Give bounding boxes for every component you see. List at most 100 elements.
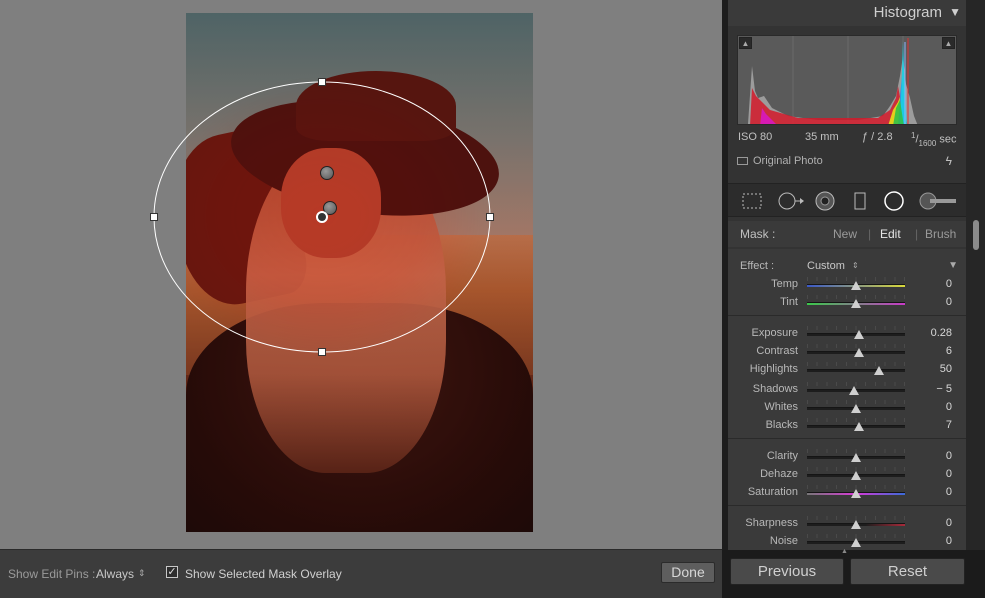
smart-preview-bolt-icon[interactable]: ϟ <box>946 154 952 168</box>
slider-thumb[interactable] <box>851 538 861 547</box>
slider-tint[interactable]: Tint 0 <box>728 295 966 311</box>
slider-shadows[interactable]: Shadows − 5 <box>728 382 966 398</box>
show-edit-pins-select[interactable]: Always <box>96 567 134 581</box>
slider-thumb[interactable] <box>849 386 860 395</box>
histogram-graph: ▲ ▲ <box>737 35 957 125</box>
slider-value[interactable]: 6 <box>946 345 952 357</box>
mask-brush-button[interactable]: Brush <box>925 227 956 241</box>
slider-exposure[interactable]: Exposure 0.28 <box>728 326 966 342</box>
slider-thumb[interactable] <box>851 489 861 498</box>
slider-track[interactable] <box>807 386 905 395</box>
slider-thumb[interactable] <box>851 281 861 290</box>
slider-value[interactable]: 0 <box>946 278 952 290</box>
slider-thumb[interactable] <box>853 348 864 357</box>
slider-thumb[interactable] <box>853 422 864 431</box>
slider-contrast[interactable]: Contrast 6 <box>728 344 966 360</box>
original-photo-toggle[interactable]: Original Photo <box>737 155 823 167</box>
panel-expand-icon[interactable]: ▲ <box>841 548 848 555</box>
slider-value[interactable]: 0 <box>946 535 952 547</box>
slider-blacks[interactable]: Blacks 7 <box>728 418 966 434</box>
slider-value[interactable]: 0 <box>946 517 952 529</box>
done-button[interactable]: Done <box>661 562 715 583</box>
adjustment-brush-icon[interactable] <box>918 191 958 211</box>
slider-thumb[interactable] <box>851 471 861 480</box>
slider-track[interactable] <box>807 404 905 413</box>
slider-track[interactable] <box>807 299 905 308</box>
slider-track[interactable] <box>807 489 905 498</box>
mask-separator: | <box>915 227 919 241</box>
slider-label: Contrast <box>756 345 798 357</box>
nav-buttons: ▲ Previous Reset <box>722 548 985 598</box>
slider-label: Temp <box>771 278 798 290</box>
slider-label: Shadows <box>752 383 798 395</box>
previous-button[interactable]: Previous <box>730 558 844 585</box>
radial-filter-icon[interactable] <box>882 191 906 211</box>
mask-handle-left[interactable] <box>150 213 158 221</box>
slider-value[interactable]: 0.28 <box>931 327 952 339</box>
original-photo-checkbox[interactable] <box>737 157 748 166</box>
effect-collapse-icon[interactable]: ▼ <box>948 260 958 271</box>
slider-value[interactable]: 0 <box>946 401 952 413</box>
section-separator <box>728 438 966 439</box>
highlight-clipping-icon[interactable]: ▲ <box>942 37 955 49</box>
histogram-header[interactable]: Histogram ▼ <box>728 0 966 26</box>
slider-temp[interactable]: Temp 0 <box>728 277 966 293</box>
slider-label: Highlights <box>749 363 798 375</box>
slider-track[interactable] <box>807 330 905 339</box>
slider-sharpness[interactable]: Sharpness 0 <box>728 516 966 532</box>
panel-scrollbar[interactable] <box>966 0 985 550</box>
crop-overlay-icon[interactable] <box>740 191 764 211</box>
slider-track[interactable] <box>807 366 905 375</box>
slider-thumb[interactable] <box>851 404 861 413</box>
slider-whites[interactable]: Whites 0 <box>728 400 966 416</box>
slider-track[interactable] <box>807 453 905 462</box>
slider-track[interactable] <box>807 538 905 547</box>
reset-button[interactable]: Reset <box>850 558 965 585</box>
slider-value[interactable]: 0 <box>946 468 952 480</box>
mask-edit-button[interactable]: Edit <box>880 227 901 241</box>
slider-saturation[interactable]: Saturation 0 <box>728 485 966 501</box>
image-canvas[interactable] <box>0 0 722 549</box>
mask-overlay-label[interactable]: Show Selected Mask Overlay <box>185 567 342 581</box>
slider-thumb[interactable] <box>851 453 861 462</box>
mask-new-button[interactable]: New <box>833 227 857 241</box>
slider-dehaze[interactable]: Dehaze 0 <box>728 467 966 483</box>
slider-clarity[interactable]: Clarity 0 <box>728 449 966 465</box>
effect-preset-select[interactable]: Custom <box>807 260 845 272</box>
slider-track[interactable] <box>807 422 905 431</box>
slider-track[interactable] <box>807 520 905 529</box>
slider-track[interactable] <box>807 471 905 480</box>
slider-track[interactable] <box>807 281 905 290</box>
radial-mask-ellipse[interactable] <box>0 0 722 549</box>
mask-handle-bottom[interactable] <box>318 348 326 356</box>
select-arrows-icon[interactable]: ⇕ <box>852 261 859 270</box>
slider-value[interactable]: 0 <box>946 296 952 308</box>
slider-value[interactable]: 7 <box>946 419 952 431</box>
slider-value[interactable]: − 5 <box>936 383 952 395</box>
collapse-triangle-icon[interactable]: ▼ <box>949 5 961 19</box>
graduated-filter-icon[interactable] <box>848 191 872 211</box>
bottom-toolbar: Show Edit Pins : Always ⇕ ✓ Show Selecte… <box>0 549 722 598</box>
slider-track[interactable] <box>807 348 905 357</box>
shadow-clipping-icon[interactable]: ▲ <box>739 37 752 49</box>
show-edit-pins-label: Show Edit Pins : <box>8 567 96 581</box>
scrollbar-thumb[interactable] <box>973 220 979 250</box>
slider-thumb[interactable] <box>853 330 864 339</box>
slider-value[interactable]: 0 <box>946 450 952 462</box>
red-eye-icon[interactable] <box>813 191 837 211</box>
mask-handle-right[interactable] <box>486 213 494 221</box>
slider-value[interactable]: 50 <box>940 363 952 375</box>
slider-value[interactable]: 0 <box>946 486 952 498</box>
spot-removal-icon[interactable] <box>776 191 806 211</box>
slider-label: Sharpness <box>745 517 798 529</box>
slider-thumb[interactable] <box>873 366 884 375</box>
slider-thumb[interactable] <box>851 299 861 308</box>
section-separator <box>728 505 966 506</box>
edit-pin[interactable] <box>320 166 334 180</box>
mask-overlay-checkbox[interactable]: ✓ <box>166 566 178 578</box>
slider-highlights[interactable]: Highlights 50 <box>728 362 966 378</box>
mask-handle-top[interactable] <box>318 78 326 86</box>
edit-pin-selected[interactable] <box>316 211 328 223</box>
slider-thumb[interactable] <box>851 520 861 529</box>
select-arrows-icon[interactable]: ⇕ <box>138 568 146 579</box>
